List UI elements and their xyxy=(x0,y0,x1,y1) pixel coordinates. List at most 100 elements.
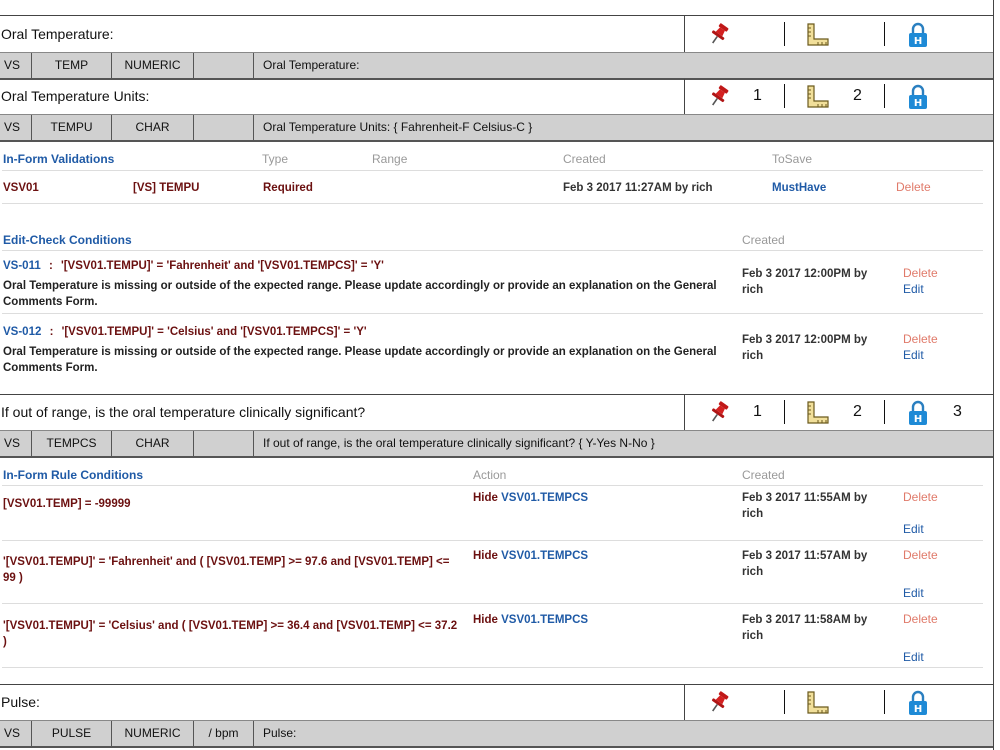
editcheck-edit-link[interactable]: Edit xyxy=(903,282,924,296)
col-range: Range xyxy=(372,152,408,166)
rule-condition: '[VSV01.TEMPU]' = 'Celsius' and ( [VSV01… xyxy=(3,620,458,648)
editcheck-id-link[interactable]: VS-012 xyxy=(3,326,41,338)
svg-text:H: H xyxy=(914,704,922,715)
ruler-count: 2 xyxy=(853,87,862,104)
validation-field: [VS] TEMPU xyxy=(133,182,200,194)
type-cell: CHAR xyxy=(112,431,194,456)
question-title-clinically-significant: If out of range, is the oral temperature… xyxy=(1,404,366,420)
rule-condition: [VSV01.TEMP] = -99999 xyxy=(3,498,131,510)
type-cell: NUMERIC xyxy=(112,721,194,746)
editcheck-created: Feb 3 2017 12:00PM by rich xyxy=(742,334,868,362)
rule-created: Feb 3 2017 11:57AM by rich xyxy=(742,550,868,578)
pin-count: 1 xyxy=(753,403,762,420)
editcheck-message: Oral Temperature is missing or outside o… xyxy=(3,280,717,308)
validation-id: VSV01 xyxy=(3,182,39,194)
rule-edit-link[interactable]: Edit xyxy=(903,522,924,536)
svg-text:H: H xyxy=(914,414,922,425)
rule-delete-link[interactable]: Delete xyxy=(903,612,938,626)
pushpin-icon[interactable] xyxy=(708,22,730,51)
unit-cell xyxy=(194,115,254,140)
editcheck-delete-link[interactable]: Delete xyxy=(903,332,938,346)
col-created: Created xyxy=(563,152,606,166)
rules-col-action: Action xyxy=(473,468,507,482)
question-title-pulse: Pulse: xyxy=(1,694,40,710)
editcheck-created: Feb 3 2017 12:00PM by rich xyxy=(742,268,868,296)
rule-action: Hide VSV01.TEMPCS xyxy=(473,490,588,506)
rule-delete-link[interactable]: Delete xyxy=(903,548,938,562)
domain-cell: VS xyxy=(0,53,32,78)
editcheck-sep: : xyxy=(49,326,54,338)
variable-row-pulse: VS PULSE NUMERIC / bpm Pulse: xyxy=(0,720,993,748)
question-title-oral-temperature-units: Oral Temperature Units: xyxy=(1,88,150,104)
editcheck-id-link[interactable]: VS-011 xyxy=(3,260,41,272)
rule-created: Feb 3 2017 11:58AM by rich xyxy=(742,614,868,642)
editcheck-condition: '[VSV01.TEMPU]' = 'Celsius' and '[VSV01.… xyxy=(61,326,367,338)
domain-cell: VS xyxy=(0,431,32,456)
variable-row-tempu: VS TEMPU CHAR Oral Temperature Units: { … xyxy=(0,114,993,142)
editcheck-line: VS-012 : '[VSV01.TEMPU]' = 'Celsius' and… xyxy=(3,324,367,340)
rule-action-verb: Hide xyxy=(473,614,498,626)
rules-heading: In-Form Rule Conditions xyxy=(3,468,143,482)
ruler-icon[interactable] xyxy=(805,22,831,53)
rule-created: Feb 3 2017 11:55AM by rich xyxy=(742,492,868,520)
validation-created: Feb 3 2017 11:27AM by rich xyxy=(563,182,713,194)
unit-cell xyxy=(194,431,254,456)
editchecks-col-created: Created xyxy=(742,233,785,247)
validation-tosave-link[interactable]: MustHave xyxy=(772,180,826,196)
variable-cell: TEMPU xyxy=(32,115,112,140)
unit-cell: / bpm xyxy=(194,721,254,746)
rule-action: Hide VSV01.TEMPCS xyxy=(473,548,588,564)
label-cell: Pulse: xyxy=(263,726,297,740)
lock-count: 3 xyxy=(953,403,962,420)
rule-delete-link[interactable]: Delete xyxy=(903,490,938,504)
rule-target-link[interactable]: VSV01.TEMPCS xyxy=(501,550,588,562)
editcheck-sep: : xyxy=(48,260,53,272)
pin-count: 1 xyxy=(753,87,762,104)
editcheck-line: VS-011 : '[VSV01.TEMPU]' = 'Fahrenheit' … xyxy=(3,258,384,274)
domain-cell: VS xyxy=(0,721,32,746)
editcheck-delete-link[interactable]: Delete xyxy=(903,266,938,280)
col-type: Type xyxy=(262,152,289,166)
editcheck-condition: '[VSV01.TEMPU]' = 'Fahrenheit' and '[VSV… xyxy=(60,260,384,272)
ruler-icon[interactable] xyxy=(805,400,831,431)
ruler-icon[interactable] xyxy=(805,84,831,115)
unit-cell xyxy=(194,53,254,78)
label-cell: If out of range, is the oral temperature… xyxy=(263,436,655,450)
label-cell: Oral Temperature Units: { Fahrenheit-F C… xyxy=(263,120,533,134)
variable-row-temp: VS TEMP NUMERIC Oral Temperature: xyxy=(0,52,993,80)
lock-icon[interactable]: H xyxy=(907,84,929,115)
pushpin-icon[interactable] xyxy=(708,690,730,719)
label-cell: Oral Temperature: xyxy=(263,58,360,72)
col-tosave: ToSave xyxy=(772,152,813,166)
lock-icon[interactable]: H xyxy=(907,22,929,53)
rule-action-verb: Hide xyxy=(473,550,498,562)
pushpin-icon[interactable] xyxy=(708,400,730,429)
domain-cell: VS xyxy=(0,115,32,140)
rule-edit-link[interactable]: Edit xyxy=(903,650,924,664)
variable-cell: PULSE xyxy=(32,721,112,746)
rule-target-link[interactable]: VSV01.TEMPCS xyxy=(501,492,588,504)
lock-icon[interactable]: H xyxy=(907,690,929,721)
variable-cell: TEMPCS xyxy=(32,431,112,456)
ruler-icon[interactable] xyxy=(805,690,831,721)
rule-condition: '[VSV01.TEMPU]' = 'Fahrenheit' and ( [VS… xyxy=(3,556,450,584)
validations-heading: In-Form Validations xyxy=(3,152,115,166)
variable-cell: TEMP xyxy=(32,53,112,78)
question-title-oral-temperature: Oral Temperature: xyxy=(1,26,114,42)
rule-action: Hide VSV01.TEMPCS xyxy=(473,612,588,628)
rule-edit-link[interactable]: Edit xyxy=(903,586,924,600)
rules-col-created: Created xyxy=(742,468,785,482)
lock-icon[interactable]: H xyxy=(907,400,929,431)
variable-row-tempcs: VS TEMPCS CHAR If out of range, is the o… xyxy=(0,430,993,458)
type-cell: CHAR xyxy=(112,115,194,140)
type-cell: NUMERIC xyxy=(112,53,194,78)
validation-type: Required xyxy=(263,182,313,194)
editchecks-heading: Edit-Check Conditions xyxy=(3,233,132,247)
pushpin-icon[interactable] xyxy=(708,84,730,113)
rule-action-verb: Hide xyxy=(473,492,498,504)
editcheck-edit-link[interactable]: Edit xyxy=(903,348,924,362)
validation-delete-link[interactable]: Delete xyxy=(896,180,931,194)
ruler-count: 2 xyxy=(853,403,862,420)
editcheck-message: Oral Temperature is missing or outside o… xyxy=(3,346,717,374)
rule-target-link[interactable]: VSV01.TEMPCS xyxy=(501,614,588,626)
